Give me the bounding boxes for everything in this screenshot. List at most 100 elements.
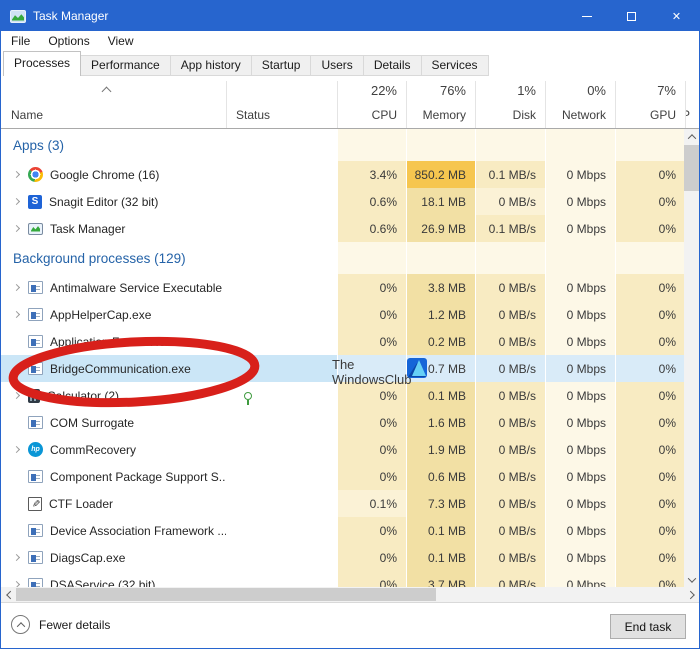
name-cell: AppHelperCap.exe bbox=[1, 301, 226, 328]
table-row[interactable]: DiagsCap.exe 0% 0.1 MB 0 MB/s 0 Mbps 0% bbox=[1, 544, 685, 571]
horizontal-scrollbar[interactable] bbox=[1, 587, 699, 602]
disk-cell: 0 MB/s bbox=[475, 544, 545, 571]
horizontal-scroll-thumb[interactable] bbox=[16, 588, 436, 601]
memory-cell: 850.2 MB bbox=[406, 161, 475, 188]
column-status[interactable]: Status bbox=[226, 81, 337, 128]
tab-app-history[interactable]: App history bbox=[170, 55, 252, 76]
tab-processes[interactable]: Processes bbox=[3, 51, 81, 76]
process-name: Application Frame Host bbox=[50, 335, 175, 349]
status-bar: Fewer details End task bbox=[1, 602, 699, 648]
column-network[interactable]: 0% Network bbox=[545, 81, 615, 128]
table-row[interactable]: COM Surrogate 0% 1.6 MB 0 MB/s 0 Mbps 0% bbox=[1, 409, 685, 436]
menu-view[interactable]: View bbox=[99, 31, 143, 51]
process-name: COM Surrogate bbox=[50, 416, 134, 430]
vertical-scrollbar[interactable] bbox=[684, 129, 699, 587]
fewer-details-toggle[interactable]: Fewer details bbox=[11, 615, 110, 634]
table-row[interactable]: Component Package Support S... 0% 0.6 MB… bbox=[1, 463, 685, 490]
group-header-row[interactable]: Background processes (129) bbox=[1, 242, 685, 274]
scroll-right-button[interactable] bbox=[684, 587, 699, 602]
column-gpu[interactable]: 7% GPU bbox=[615, 81, 685, 128]
group-header-row[interactable]: Apps (3) bbox=[1, 129, 685, 161]
table-row[interactable]: BridgeCommunication.exe 0.7 MB 0 MB/s 0 … bbox=[1, 355, 685, 382]
column-disk[interactable]: 1% Disk bbox=[475, 81, 545, 128]
network-cell: 0 Mbps bbox=[545, 161, 615, 188]
memory-cell: 18.1 MB bbox=[406, 188, 475, 215]
column-memory[interactable]: 76% Memory bbox=[406, 81, 475, 128]
table-row[interactable]: DSAService (32 bit) 0% 3.7 MB 0 MB/s 0 M… bbox=[1, 571, 685, 587]
scroll-left-button[interactable] bbox=[1, 587, 16, 602]
disk-cell: 0 MB/s bbox=[475, 463, 545, 490]
status-cell bbox=[226, 161, 337, 188]
disk-cell: 0 MB/s bbox=[475, 274, 545, 301]
memory-cell: 0.7 MB bbox=[406, 355, 475, 382]
menu-file[interactable]: File bbox=[1, 31, 39, 51]
end-task-button[interactable]: End task bbox=[610, 614, 686, 639]
column-gpu-engine-clipped[interactable]: GP bbox=[685, 81, 699, 128]
cpu-total: 22% bbox=[371, 83, 397, 98]
tab-users[interactable]: Users bbox=[310, 55, 363, 76]
expand-chevron-icon[interactable] bbox=[14, 555, 28, 560]
expand-chevron-icon[interactable] bbox=[14, 312, 28, 317]
table-row[interactable]: Application Frame Host 0% 0.2 MB 0 MB/s … bbox=[1, 328, 685, 355]
expand-chevron-icon[interactable] bbox=[14, 285, 28, 290]
scroll-down-button[interactable] bbox=[684, 572, 699, 587]
expand-chevron-icon[interactable] bbox=[14, 447, 28, 452]
task-manager-icon bbox=[10, 10, 26, 23]
process-name: Component Package Support S... bbox=[50, 470, 226, 484]
name-cell: Google Chrome (16) bbox=[1, 161, 226, 188]
table-row[interactable]: AppHelperCap.exe 0% 1.2 MB 0 MB/s 0 Mbps… bbox=[1, 301, 685, 328]
menu-options[interactable]: Options bbox=[39, 31, 98, 51]
scroll-up-button[interactable] bbox=[684, 129, 699, 144]
close-icon: ✕ bbox=[672, 10, 681, 23]
snagit-icon bbox=[28, 195, 42, 209]
close-button[interactable]: ✕ bbox=[654, 1, 699, 31]
table-row[interactable]: Snagit Editor (32 bit) 0.6% 18.1 MB 0 MB… bbox=[1, 188, 685, 215]
tab-services[interactable]: Services bbox=[421, 55, 489, 76]
network-cell: 0 Mbps bbox=[545, 328, 615, 355]
cpu-cell: 0% bbox=[337, 328, 406, 355]
name-cell: BridgeCommunication.exe bbox=[1, 355, 226, 382]
table-row[interactable]: Calculator (2) 0% 0.1 MB 0 MB/s 0 Mbps 0… bbox=[1, 382, 685, 409]
default-icon bbox=[28, 416, 43, 429]
chrome-icon bbox=[28, 167, 43, 182]
memory-cell: 1.6 MB bbox=[406, 409, 475, 436]
table-row[interactable]: Device Association Framework ... 0% 0.1 … bbox=[1, 517, 685, 544]
cpu-cell: 0% bbox=[337, 382, 406, 409]
memory-cell: 7.3 MB bbox=[406, 490, 475, 517]
table-row[interactable]: Antimalware Service Executable 0% 3.8 MB… bbox=[1, 274, 685, 301]
taskmgr-icon bbox=[28, 223, 43, 235]
name-cell: DiagsCap.exe bbox=[1, 544, 226, 571]
expand-chevron-icon[interactable] bbox=[14, 226, 28, 231]
expand-chevron-icon[interactable] bbox=[14, 172, 28, 177]
gpu-total: 7% bbox=[657, 83, 676, 98]
default-icon bbox=[28, 470, 43, 483]
menubar: File Options View bbox=[1, 31, 699, 51]
table-row[interactable]: CTF Loader 0.1% 7.3 MB 0 MB/s 0 Mbps 0% bbox=[1, 490, 685, 517]
maximize-button[interactable] bbox=[609, 1, 654, 31]
status-cell bbox=[226, 571, 337, 587]
default-icon bbox=[28, 524, 43, 537]
tab-startup[interactable]: Startup bbox=[251, 55, 312, 76]
memory-cell: 26.9 MB bbox=[406, 215, 475, 242]
disk-cell: 0 MB/s bbox=[475, 436, 545, 463]
gpu-cell: 0% bbox=[615, 517, 685, 544]
name-cell: CTF Loader bbox=[1, 490, 226, 517]
expand-chevron-icon[interactable] bbox=[14, 199, 28, 204]
table-row[interactable]: Google Chrome (16) 3.4% 850.2 MB 0.1 MB/… bbox=[1, 161, 685, 188]
status-cell bbox=[226, 463, 337, 490]
column-cpu[interactable]: 22% CPU bbox=[337, 81, 406, 128]
expand-chevron-icon[interactable] bbox=[14, 393, 28, 398]
chevron-up-icon bbox=[687, 134, 695, 142]
table-row[interactable]: Task Manager 0.6% 26.9 MB 0.1 MB/s 0 Mbp… bbox=[1, 215, 685, 242]
status-cell bbox=[226, 517, 337, 544]
vertical-scroll-thumb[interactable] bbox=[684, 145, 699, 191]
tab-details[interactable]: Details bbox=[363, 55, 422, 76]
cpu-cell: 0% bbox=[337, 571, 406, 587]
tab-performance[interactable]: Performance bbox=[80, 55, 171, 76]
gpu-cell: 0% bbox=[615, 436, 685, 463]
column-name[interactable]: Name bbox=[1, 81, 226, 128]
minimize-button[interactable] bbox=[564, 1, 609, 31]
memory-cell: 1.9 MB bbox=[406, 436, 475, 463]
process-name: DiagsCap.exe bbox=[50, 551, 125, 565]
table-row[interactable]: CommRecovery 0% 1.9 MB 0 MB/s 0 Mbps 0% bbox=[1, 436, 685, 463]
